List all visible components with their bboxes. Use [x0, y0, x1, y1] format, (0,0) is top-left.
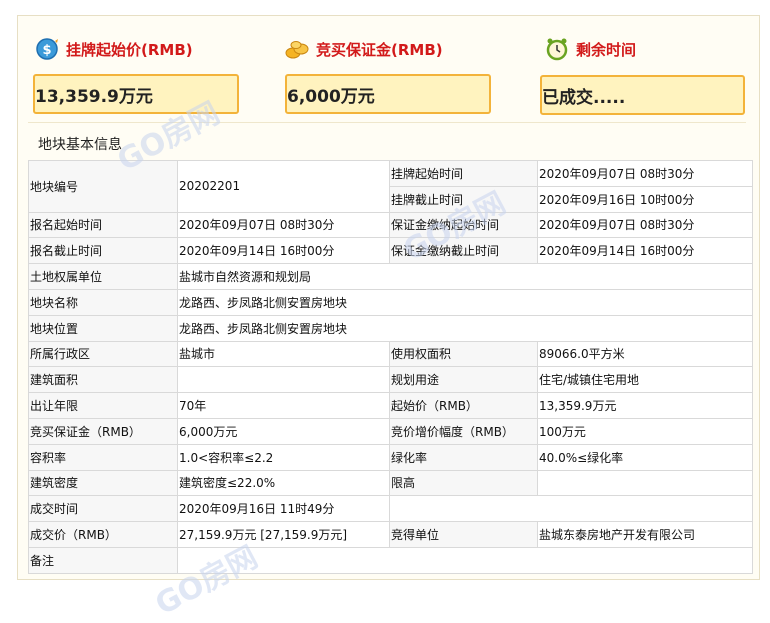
time-value: 已成交.....	[542, 87, 626, 108]
start-price-box: 13,359.9万元	[33, 74, 239, 114]
listing-start-value: 2020年09月07日 08时30分	[537, 160, 753, 187]
deal-price-value: 27,159.9万元 [27,159.9万元]	[177, 521, 390, 548]
deposit-box: 6,000万元	[285, 74, 491, 114]
start-price-value: 13,359.9万元	[35, 86, 153, 107]
money-icon: $	[36, 38, 58, 60]
planned-use-value: 住宅/城镇住宅用地	[537, 366, 753, 394]
bid-increment-value: 100万元	[537, 417, 753, 445]
table-row: 所属行政区 盐城市 使用权面积 89066.0平方米	[28, 340, 753, 368]
deposit-header: 竞买保证金(RMB)	[284, 37, 443, 61]
table-row: 成交价（RMB） 27,159.9万元 [27,159.9万元] 竞得单位 盐城…	[28, 521, 753, 548]
remarks-label: 备注	[28, 546, 178, 574]
lease-term-label: 出让年限	[28, 392, 178, 419]
height-limit-label: 限高	[389, 469, 538, 497]
table-row: 建筑面积 规划用途 住宅/城镇住宅用地	[28, 366, 753, 394]
table-row: 备注	[28, 546, 753, 574]
district-label: 所属行政区	[28, 340, 178, 368]
parcel-name-value: 龙路西、步凤路北侧安置房地块	[177, 288, 753, 316]
area-value: 89066.0平方米	[537, 340, 753, 368]
bid-deposit-value: 6,000万元	[177, 417, 390, 445]
greening-rate-label: 绿化率	[389, 443, 538, 471]
table-row: 地块名称 龙路西、步凤路北侧安置房地块	[28, 288, 753, 316]
parcel-number-label: 地块编号	[28, 160, 178, 213]
ownership-value: 盐城市自然资源和规划局	[177, 263, 753, 290]
deal-price-label: 成交价（RMB）	[28, 521, 178, 548]
table-row: 出让年限 70年 起始价（RMB） 13,359.9万元	[28, 392, 753, 419]
deposit-end-value: 2020年09月14日 16时00分	[537, 237, 753, 265]
greening-rate-value: 40.0%≤绿化率	[537, 443, 753, 471]
parcel-location-value: 龙路西、步凤路北侧安置房地块	[177, 314, 753, 342]
table-row: 土地权属单位 盐城市自然资源和规划局	[28, 263, 753, 290]
time-label: 剩余时间	[576, 40, 637, 59]
time-box: 已成交.....	[540, 75, 745, 115]
height-limit-value	[537, 469, 753, 497]
table-row: 报名截止时间 2020年09月14日 16时00分 保证金缴纳截止时间 2020…	[28, 237, 753, 265]
building-density-value: 建筑密度≤22.0%	[177, 469, 390, 497]
deposit-value: 6,000万元	[287, 86, 375, 107]
parcel-name-label: 地块名称	[28, 288, 178, 316]
lease-term-value: 70年	[177, 392, 390, 419]
svg-text:$: $	[42, 43, 51, 58]
deposit-start-label: 保证金缴纳起始时间	[389, 211, 538, 239]
building-area-value	[177, 366, 390, 394]
plot-ratio-value: 1.0<容积率≤2.2	[177, 443, 390, 471]
listing-end-value: 2020年09月16日 10时00分	[537, 185, 753, 213]
winner-label: 竞得单位	[389, 521, 538, 548]
starting-price-value: 13,359.9万元	[537, 392, 753, 419]
deposit-end-label: 保证金缴纳截止时间	[389, 237, 538, 265]
area-label: 使用权面积	[389, 340, 538, 368]
signup-end-label: 报名截止时间	[28, 237, 178, 265]
bid-deposit-label: 竞买保证金（RMB）	[28, 417, 178, 445]
district-value: 盐城市	[177, 340, 390, 368]
signup-end-value: 2020年09月14日 16时00分	[177, 237, 390, 265]
table-row: 成交时间 2020年09月16日 11时49分	[28, 495, 753, 523]
alarm-clock-icon	[546, 38, 568, 61]
parcel-location-label: 地块位置	[28, 314, 178, 342]
section-title: 地块基本信息	[38, 137, 122, 153]
deal-time-value: 2020年09月16日 11时49分	[177, 495, 390, 523]
signup-start-label: 报名起始时间	[28, 211, 178, 239]
start-price-label: 挂牌起始价(RMB)	[66, 40, 193, 59]
building-area-label: 建筑面积	[28, 366, 178, 394]
gold-coins-icon	[285, 41, 309, 59]
divider	[28, 122, 746, 123]
building-density-label: 建筑密度	[28, 469, 178, 497]
start-price-header: $ 挂牌起始价(RMB)	[34, 37, 193, 61]
time-header: 剩余时间	[544, 37, 636, 61]
signup-start-value: 2020年09月07日 08时30分	[177, 211, 390, 239]
plot-ratio-label: 容积率	[28, 443, 178, 471]
listing-end-label: 挂牌截止时间	[389, 185, 538, 213]
table-row: 地块编号 20202201 挂牌起始时间 2020年09月07日 08时30分	[28, 160, 753, 213]
remarks-value	[177, 546, 753, 574]
land-info-table: 地块编号 20202201 挂牌起始时间 2020年09月07日 08时30分 …	[28, 160, 753, 574]
planned-use-label: 规划用途	[389, 366, 538, 394]
table-row: 报名起始时间 2020年09月07日 08时30分 保证金缴纳起始时间 2020…	[28, 211, 753, 239]
table-row: 容积率 1.0<容积率≤2.2 绿化率 40.0%≤绿化率	[28, 443, 753, 471]
deposit-start-value: 2020年09月07日 08时30分	[537, 211, 753, 239]
parcel-number-value: 20202201	[177, 160, 390, 213]
table-row: 竞买保证金（RMB） 6,000万元 竞价增价幅度（RMB） 100万元	[28, 417, 753, 445]
ownership-label: 土地权属单位	[28, 263, 178, 290]
deal-time-label: 成交时间	[28, 495, 178, 523]
table-row: 地块位置 龙路西、步凤路北侧安置房地块	[28, 314, 753, 342]
table-row: 建筑密度 建筑密度≤22.0% 限高	[28, 469, 753, 497]
starting-price-label: 起始价（RMB）	[389, 392, 538, 419]
bid-increment-label: 竞价增价幅度（RMB）	[389, 417, 538, 445]
deposit-label: 竞买保证金(RMB)	[316, 40, 443, 59]
listing-start-label: 挂牌起始时间	[389, 160, 538, 187]
winner-value: 盐城东泰房地产开发有限公司	[537, 521, 753, 548]
empty-cell	[389, 495, 753, 523]
